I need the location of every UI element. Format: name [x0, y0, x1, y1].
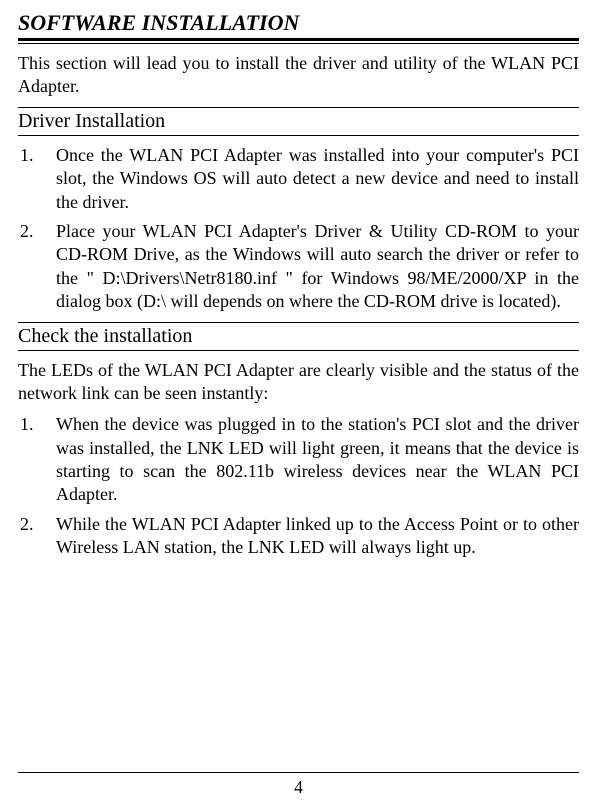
driver-installation-list: 1. Once the WLAN PCI Adapter was install… — [18, 144, 579, 314]
title-rule-thick — [18, 38, 579, 41]
check-installation-body: The LEDs of the WLAN PCI Adapter are cle… — [18, 359, 579, 406]
list-number: 1. — [18, 413, 56, 507]
list-text: When the device was plugged in to the st… — [56, 413, 579, 507]
page-footer: 4 — [18, 772, 579, 798]
list-text: Once the WLAN PCI Adapter was installed … — [56, 144, 579, 214]
list-item: 1. Once the WLAN PCI Adapter was install… — [18, 144, 579, 214]
page-number: 4 — [18, 772, 579, 798]
section-heading-check-installation: Check the installation — [18, 322, 579, 351]
list-number: 2. — [18, 513, 56, 560]
list-item: 2. Place your WLAN PCI Adapter's Driver … — [18, 220, 579, 314]
intro-text: This section will lead you to install th… — [18, 52, 579, 99]
list-text: Place your WLAN PCI Adapter's Driver & U… — [56, 220, 579, 314]
title-rule-thin — [18, 43, 579, 44]
list-item: 1. When the device was plugged in to the… — [18, 413, 579, 507]
list-item: 2. While the WLAN PCI Adapter linked up … — [18, 513, 579, 560]
list-number: 2. — [18, 220, 56, 314]
page-title: SOFTWARE INSTALLATION — [18, 10, 579, 36]
section-heading-driver-installation: Driver Installation — [18, 107, 579, 136]
check-installation-list: 1. When the device was plugged in to the… — [18, 413, 579, 559]
list-text: While the WLAN PCI Adapter linked up to … — [56, 513, 579, 560]
list-number: 1. — [18, 144, 56, 214]
